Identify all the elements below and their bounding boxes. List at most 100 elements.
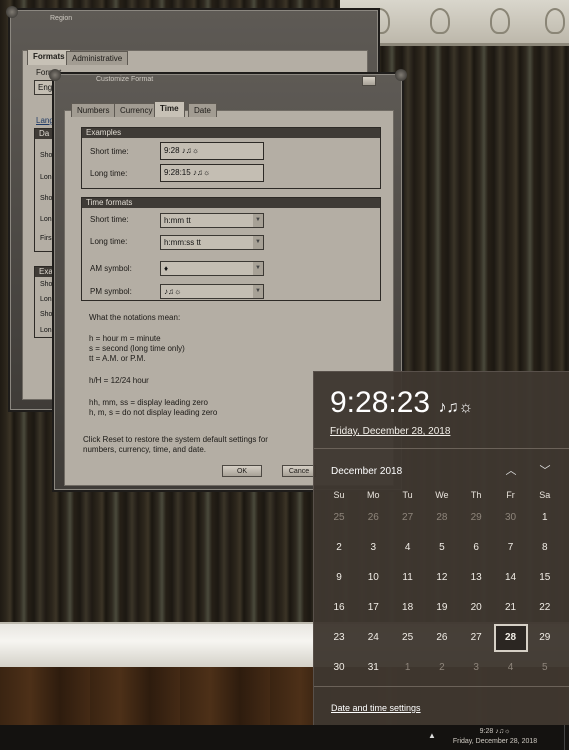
- tab-administrative[interactable]: Administrative: [66, 51, 129, 65]
- calendar-day[interactable]: 8: [528, 534, 562, 562]
- calendar-day-today[interactable]: 28: [493, 624, 528, 652]
- calendar-day[interactable]: 6: [459, 534, 493, 562]
- calendar-day[interactable]: 24: [356, 624, 390, 652]
- calendar-day[interactable]: 4: [494, 654, 528, 682]
- tab-formats[interactable]: Formats: [27, 49, 71, 65]
- calendar-day[interactable]: 1: [528, 504, 562, 532]
- calendar-day[interactable]: 23: [322, 624, 356, 652]
- calendar-day[interactable]: 19: [425, 594, 459, 622]
- format-select[interactable]: Eng: [34, 80, 54, 95]
- calendar-day[interactable]: 25: [322, 504, 356, 532]
- calendar-day[interactable]: 30: [322, 654, 356, 682]
- tab-date[interactable]: Date: [188, 103, 217, 117]
- taskbar-clock[interactable]: 9:28 ♪♫☼ Friday, December 28, 2018: [440, 727, 550, 747]
- calendar-day[interactable]: 3: [459, 654, 493, 682]
- short-time-format-label: Short time:: [90, 215, 129, 224]
- calendar-day[interactable]: 14: [494, 564, 528, 592]
- notation-line: h, m, s = do not display leading zero: [89, 408, 218, 417]
- calendar-day[interactable]: 20: [459, 594, 493, 622]
- calendar-day[interactable]: 27: [391, 504, 425, 532]
- taskbar-time: 9:28 ♪♫☼: [479, 728, 511, 735]
- cancel-button[interactable]: Cance: [282, 465, 316, 477]
- date-time-settings-link[interactable]: Date and time settings: [331, 703, 421, 713]
- weekday-header: Tu: [402, 490, 413, 500]
- calendar-day[interactable]: 15: [528, 564, 562, 592]
- calendar-day[interactable]: 22: [528, 594, 562, 622]
- calendar-day[interactable]: 9: [322, 564, 356, 592]
- customize-title: Customize Format: [96, 76, 154, 83]
- calendar-day[interactable]: 2: [322, 534, 356, 562]
- taskbar-date: Friday, December 28, 2018: [452, 738, 538, 745]
- corner-ornament-icon: [395, 69, 407, 81]
- am-symbol-select[interactable]: ♦ ▼: [160, 261, 264, 276]
- current-date-link[interactable]: Friday, December 28, 2018: [330, 426, 450, 437]
- calendar-day[interactable]: 29: [528, 624, 562, 652]
- chevron-up-icon[interactable]: ︿: [502, 464, 520, 478]
- format-value: Eng: [38, 83, 53, 92]
- taskbar: ▲ 9:28 ♪♫☼ Friday, December 28, 2018: [0, 725, 569, 750]
- group-heading: Da: [35, 129, 53, 139]
- notation-heading: What the notations mean:: [89, 313, 181, 322]
- long-time-label: Long time:: [90, 169, 128, 178]
- weekday-header: We: [435, 490, 449, 500]
- calendar-day[interactable]: 7: [494, 534, 528, 562]
- calendar-day[interactable]: 21: [494, 594, 528, 622]
- reset-note: Click Reset to restore the system defaul…: [83, 435, 268, 444]
- weekday-header: Fr: [506, 490, 515, 500]
- calendar-day[interactable]: 29: [459, 504, 493, 532]
- examples-group: Examples Short time: 9:28 ♪♫☼ Long time:…: [81, 127, 381, 189]
- calendar-day[interactable]: 17: [356, 594, 390, 622]
- calendar-day[interactable]: 30: [494, 504, 528, 532]
- calendar-day[interactable]: 5: [425, 534, 459, 562]
- calendar-day[interactable]: 3: [356, 534, 390, 562]
- am-symbol-value: ♦: [164, 264, 169, 273]
- corner-ornament-icon: [49, 69, 61, 81]
- pm-symbol-select[interactable]: ♪♫☼ ▼: [160, 284, 264, 299]
- short-time-example: 9:28 ♪♫☼: [160, 142, 264, 160]
- notation-line: h/H = 12/24 hour: [89, 376, 149, 385]
- tab-currency[interactable]: Currency: [114, 103, 159, 117]
- tab-numbers[interactable]: Numbers: [71, 103, 116, 117]
- calendar-day[interactable]: 13: [459, 564, 493, 592]
- region-title: Region: [50, 15, 73, 22]
- pm-symbol-label: PM symbol:: [90, 287, 132, 296]
- time-formats-group: Time formats Short time: h:mm tt ▼ Long …: [81, 197, 381, 301]
- calendar-day[interactable]: 28: [425, 504, 459, 532]
- notation-line: hh, mm, ss = display leading zero: [89, 398, 208, 407]
- tab-time[interactable]: Time: [154, 101, 185, 117]
- ok-button[interactable]: OK: [222, 465, 262, 477]
- calendar-day[interactable]: 10: [356, 564, 390, 592]
- calendar-day[interactable]: 5: [528, 654, 562, 682]
- calendar-day[interactable]: 18: [391, 594, 425, 622]
- chevron-down-icon[interactable]: ﹀: [536, 464, 554, 478]
- calendar-day[interactable]: 2: [425, 654, 459, 682]
- current-time-value: 9:28:23: [330, 386, 431, 419]
- short-time-format-value: h:mm tt: [164, 216, 191, 225]
- ornament-icon: [430, 8, 450, 34]
- chevron-down-icon: ▼: [253, 236, 263, 249]
- calendar-day[interactable]: 4: [391, 534, 425, 562]
- show-hidden-icons-icon[interactable]: ▲: [428, 731, 436, 740]
- long-time-format-select[interactable]: h:mm:ss tt ▼: [160, 235, 264, 250]
- calendar-day[interactable]: 25: [391, 624, 425, 652]
- calendar-day[interactable]: 27: [459, 624, 493, 652]
- calendar-day[interactable]: 12: [425, 564, 459, 592]
- chevron-down-icon: ▼: [253, 285, 263, 298]
- calendar-day[interactable]: 26: [356, 504, 390, 532]
- divider: [314, 448, 569, 449]
- show-desktop-button[interactable]: [564, 725, 569, 750]
- short-time-format-select[interactable]: h:mm tt ▼: [160, 213, 264, 228]
- month-header[interactable]: December 2018: [331, 466, 402, 477]
- calendar-day[interactable]: 31: [356, 654, 390, 682]
- calendar-day[interactable]: 11: [391, 564, 425, 592]
- chevron-down-icon: ▼: [253, 262, 263, 275]
- calendar-day[interactable]: 1: [391, 654, 425, 682]
- calendar-day[interactable]: 26: [425, 624, 459, 652]
- weekday-header: Su: [333, 490, 345, 500]
- notation-line: h = hour m = minute: [89, 334, 161, 343]
- weekday-header: Mo: [367, 490, 380, 500]
- close-button[interactable]: [362, 76, 376, 86]
- examples-heading: Examples: [82, 128, 380, 138]
- pm-symbol-value: ♪♫☼: [164, 287, 182, 296]
- calendar-day[interactable]: 16: [322, 594, 356, 622]
